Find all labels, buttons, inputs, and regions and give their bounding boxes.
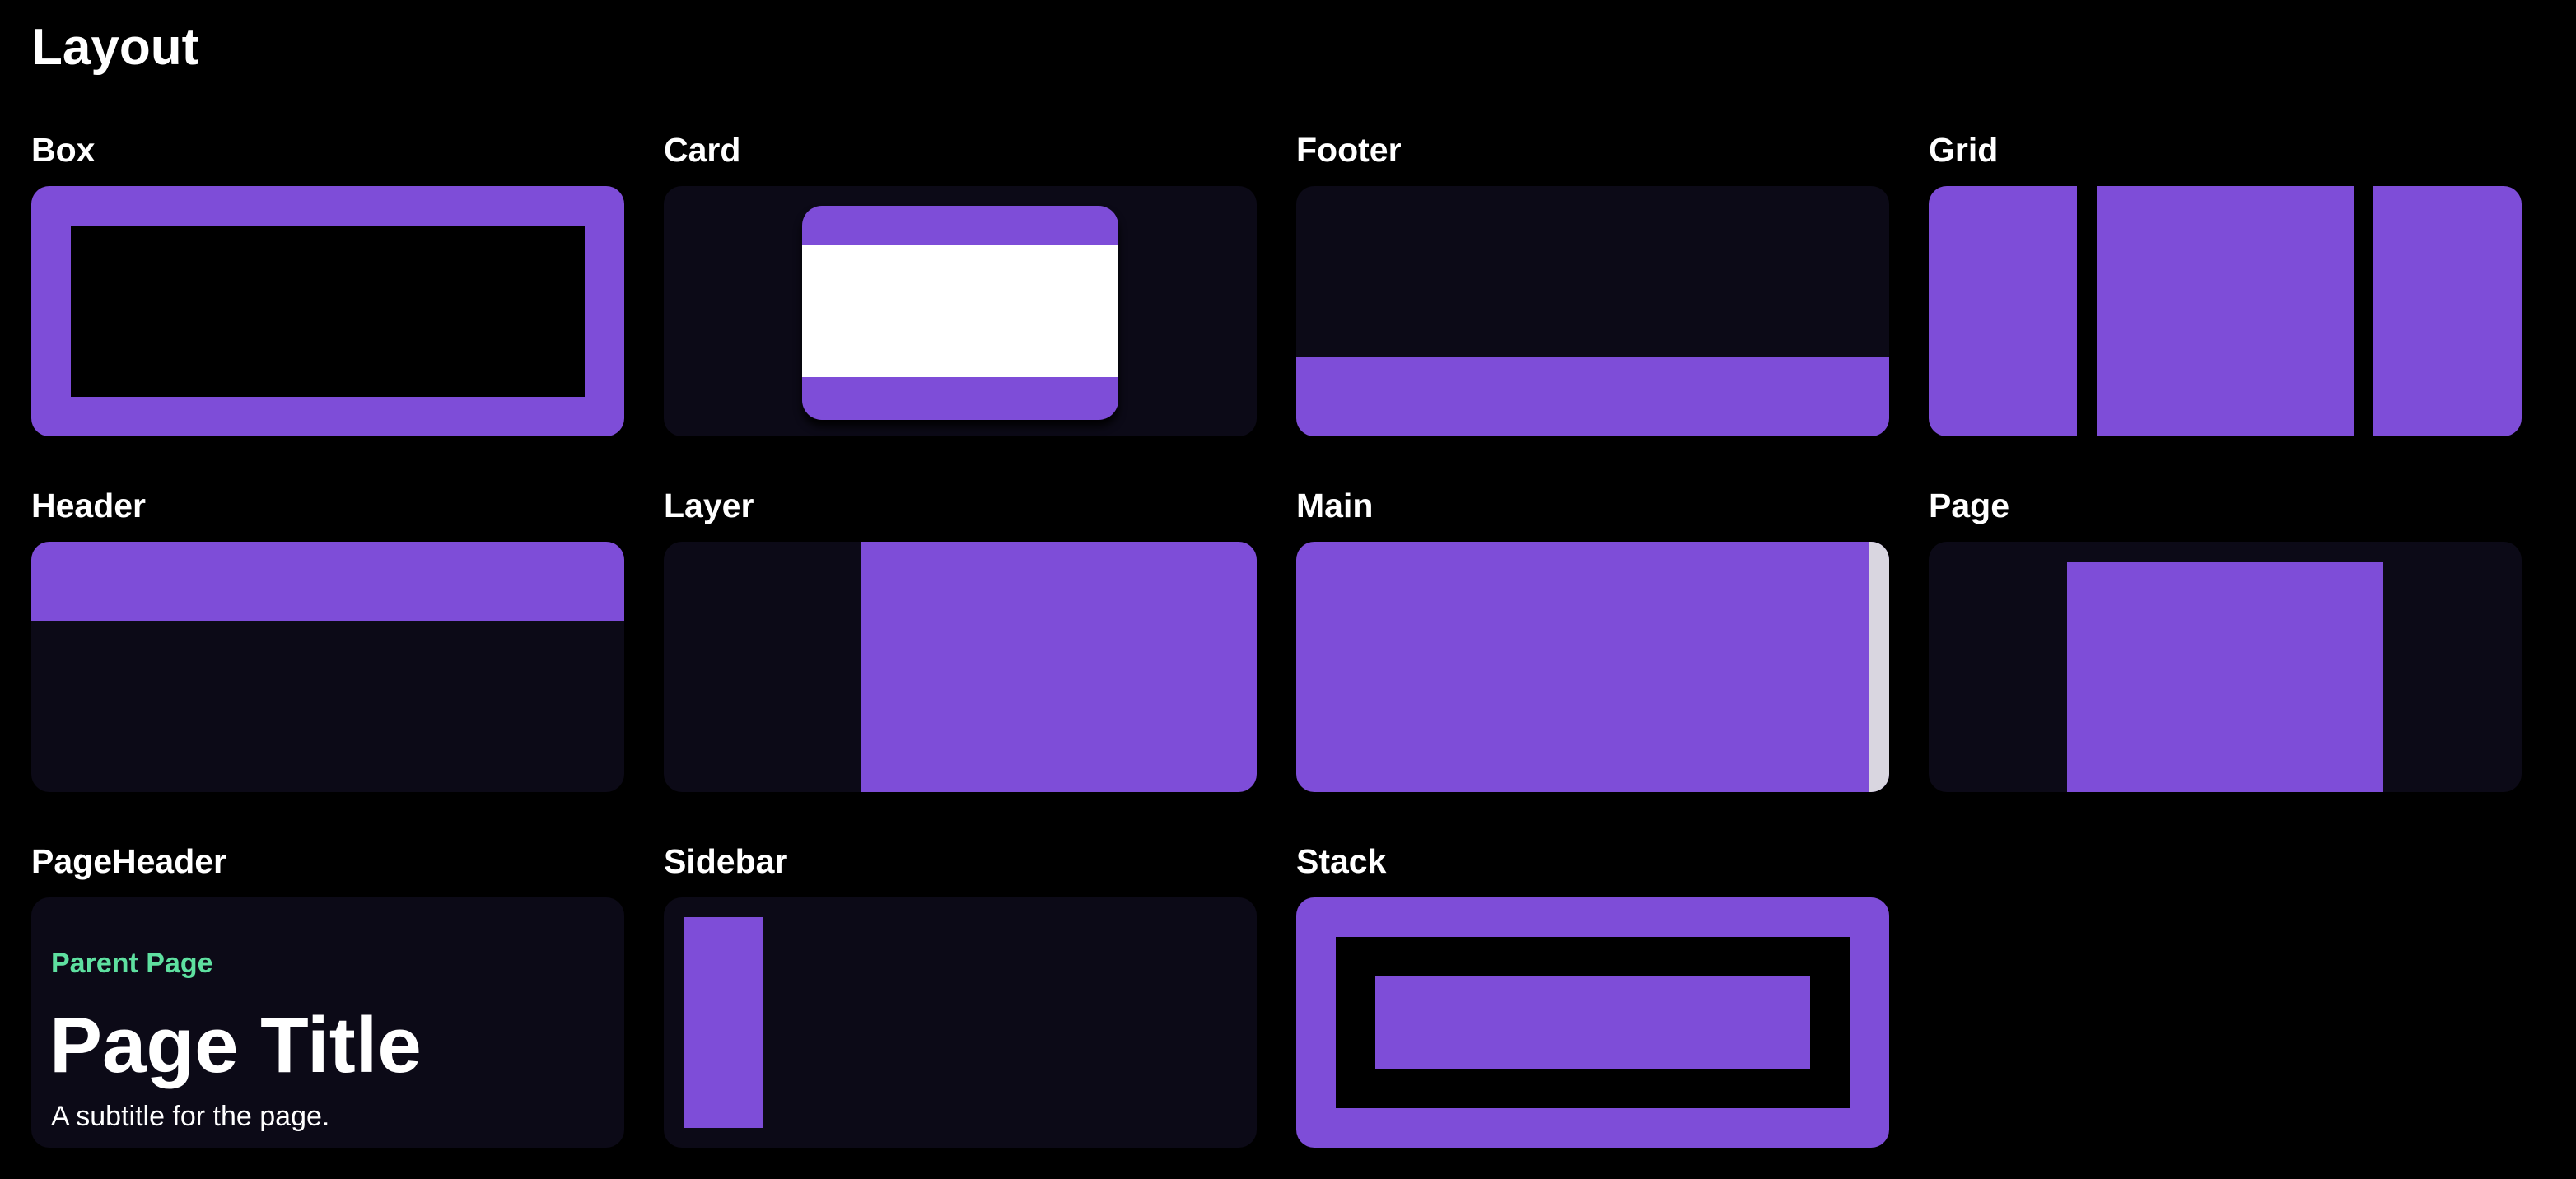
card-content-area xyxy=(802,245,1118,377)
grid-column-right xyxy=(2373,186,2522,436)
page-preview[interactable] xyxy=(1929,542,2522,792)
tile-label-stack: Stack xyxy=(1296,842,1387,880)
page-title: Layout xyxy=(31,19,199,76)
tile-label-footer: Footer xyxy=(1296,131,1402,169)
tile-label-card: Card xyxy=(664,131,741,169)
layer-preview[interactable] xyxy=(664,542,1257,792)
layer-panel xyxy=(861,542,1257,792)
pageheader-subtitle: A subtitle for the page. xyxy=(51,1101,330,1132)
header-bar xyxy=(31,542,624,621)
parent-page-link[interactable]: Parent Page xyxy=(51,945,213,981)
stack-inner-layer xyxy=(1375,976,1810,1069)
main-scrollbar xyxy=(1869,542,1889,792)
tile-label-box: Box xyxy=(31,131,96,169)
card-shape xyxy=(802,206,1118,420)
main-preview[interactable] xyxy=(1296,542,1889,792)
tile-label-sidebar: Sidebar xyxy=(664,842,788,880)
pageheader-preview[interactable]: Parent Page Page Title A subtitle for th… xyxy=(31,897,624,1148)
page-content-region xyxy=(2067,562,2383,792)
tile-label-page: Page xyxy=(1929,487,2009,524)
card-preview[interactable] xyxy=(664,186,1257,436)
pageheader-title: Page Title xyxy=(49,1001,422,1089)
tile-label-grid: Grid xyxy=(1929,131,1999,169)
stack-preview[interactable] xyxy=(1296,897,1889,1148)
footer-preview[interactable] xyxy=(1296,186,1889,436)
tile-label-main: Main xyxy=(1296,487,1374,524)
grid-column-center xyxy=(2097,186,2354,436)
box-preview[interactable] xyxy=(31,186,624,436)
grid-column-left xyxy=(1929,186,2077,436)
grid-preview[interactable] xyxy=(1929,186,2522,436)
box-inner-region xyxy=(71,226,585,397)
footer-bar xyxy=(1296,357,1889,436)
sidebar-preview[interactable] xyxy=(664,897,1257,1148)
layout-gallery: Layout Box Card Footer Grid Header Layer… xyxy=(0,0,2576,1179)
tile-label-layer: Layer xyxy=(664,487,754,524)
sidebar-bar xyxy=(684,917,763,1128)
tile-label-pageheader: PageHeader xyxy=(31,842,227,880)
tile-label-header: Header xyxy=(31,487,147,524)
header-preview[interactable] xyxy=(31,542,624,792)
